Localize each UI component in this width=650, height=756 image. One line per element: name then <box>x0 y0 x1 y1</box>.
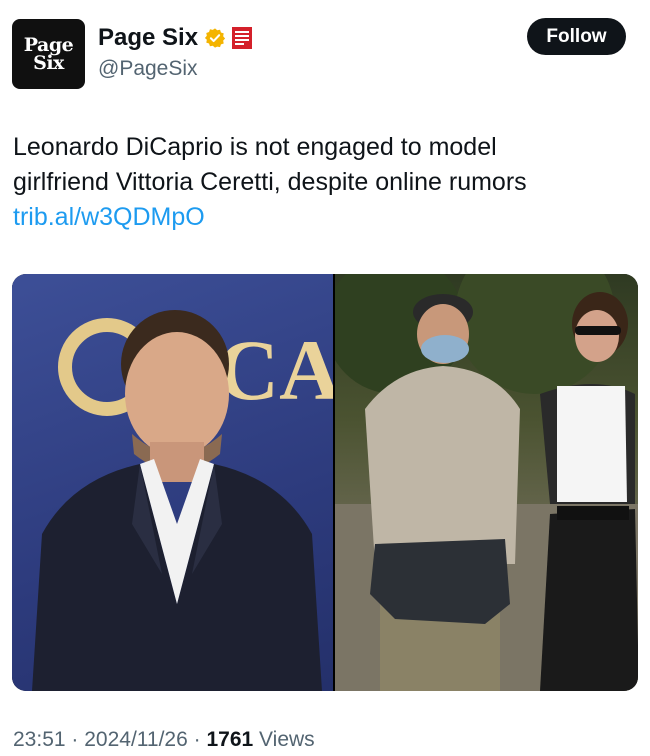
views-label: Views <box>259 728 315 751</box>
account-handle[interactable]: @PageSix <box>98 57 198 81</box>
tweet-meta: 23:51 · 2024/11/26 · 1761 Views <box>13 728 315 752</box>
meta-separator: · <box>71 728 79 751</box>
tweet-text: Leonardo DiCaprio is not engaged to mode… <box>13 130 628 235</box>
name-row: Page Six <box>98 24 253 52</box>
photo-right-illustration <box>334 274 638 691</box>
follow-button[interactable]: Follow <box>527 18 626 55</box>
photo-right[interactable] <box>334 274 638 691</box>
photo-left-illustration: CA <box>32 310 333 691</box>
verified-badge-icon[interactable] <box>204 27 226 49</box>
tweet-media[interactable]: CA <box>12 274 638 691</box>
backdrop-sign-text: CA <box>217 322 333 418</box>
photo-left[interactable]: CA <box>12 274 333 691</box>
tweet-time[interactable]: 23:51 <box>13 728 66 751</box>
avatar-text-line2: Six <box>33 52 64 74</box>
tweet-link[interactable]: trib.al/w3QDMpO <box>13 200 628 235</box>
affiliate-badge-icon[interactable] <box>232 27 253 49</box>
meta-separator: · <box>193 728 201 751</box>
avatar[interactable]: Page Six <box>12 19 85 89</box>
display-name[interactable]: Page Six <box>98 24 198 52</box>
views-count[interactable]: 1761 <box>206 728 253 751</box>
tweet-text-line1: Leonardo DiCaprio is not engaged to mode… <box>13 133 497 161</box>
tweet-date[interactable]: 2024/11/26 <box>84 728 188 751</box>
tweet-text-line2: girlfriend Vittoria Ceretti, despite onl… <box>13 168 527 196</box>
